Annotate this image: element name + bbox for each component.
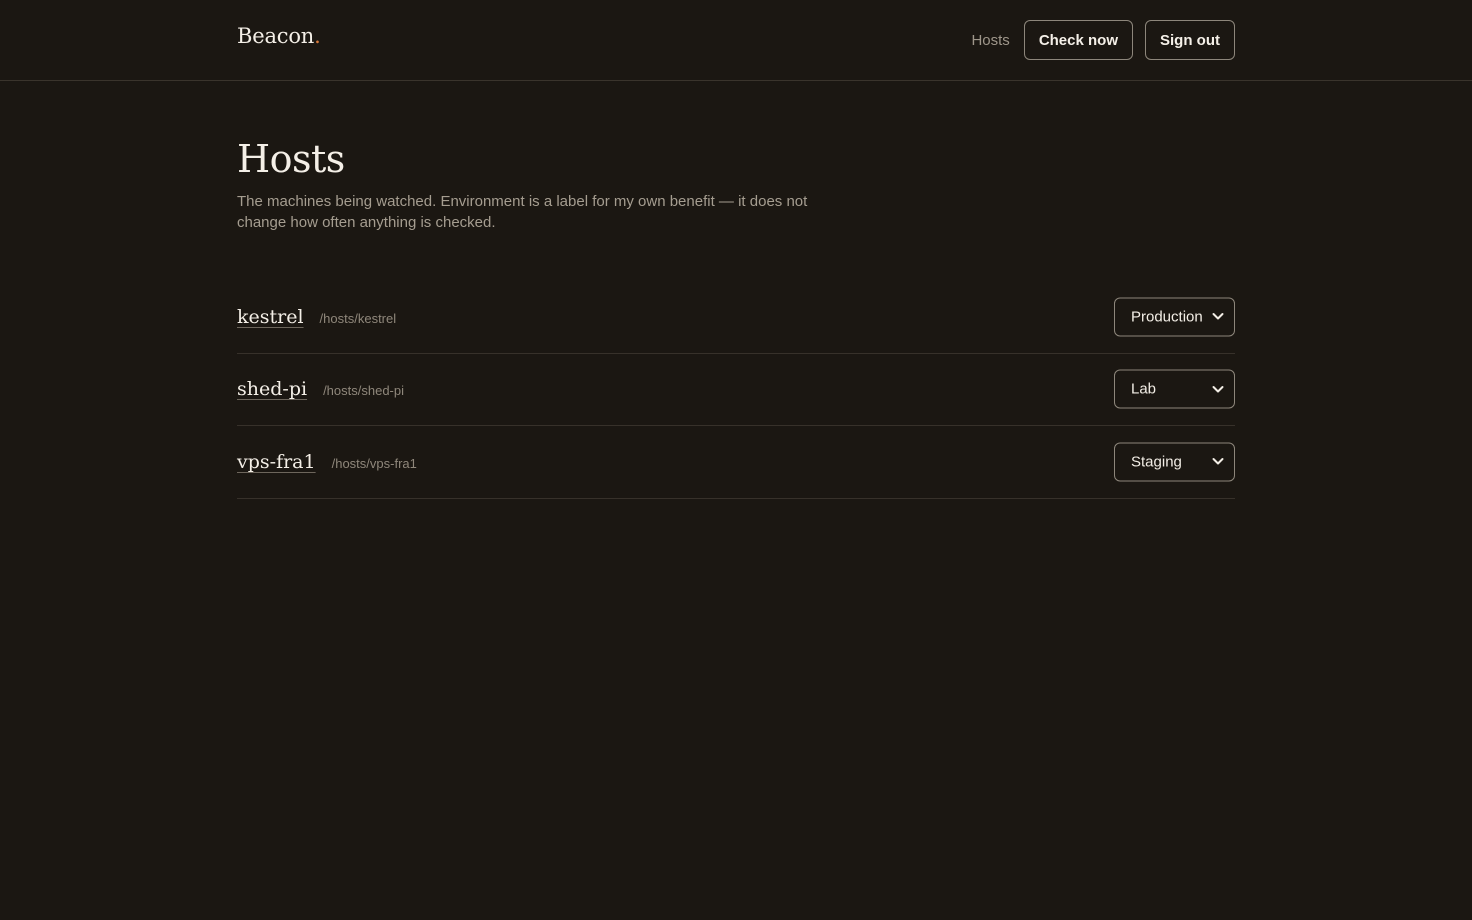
environment-value: Production [1131, 308, 1203, 326]
host-row: kestrel /hosts/kestrel Production [237, 281, 1235, 354]
chevron-down-icon [1212, 385, 1224, 393]
host-row: vps-fra1 /hosts/vps-fra1 Staging [237, 426, 1235, 499]
environment-value: Lab [1131, 380, 1157, 398]
environment-select[interactable]: Staging [1114, 442, 1235, 482]
check-now-button[interactable]: Check now [1023, 20, 1133, 60]
host-path: /hosts/vps-fra1 [331, 455, 417, 471]
host-list: kestrel /hosts/kestrel Production shed-p… [237, 281, 1235, 499]
environment-select[interactable]: Lab [1114, 369, 1235, 409]
chevron-down-icon [1212, 458, 1224, 465]
brand-dot: . [314, 24, 321, 48]
host-info: kestrel /hosts/kestrel [237, 306, 396, 328]
page-title: Hosts [237, 137, 345, 181]
host-path: /hosts/shed-pi [323, 383, 404, 399]
host-info: shed-pi /hosts/shed-pi [237, 378, 404, 400]
environment-select[interactable]: Production [1114, 297, 1235, 337]
host-name-link[interactable]: shed-pi [237, 378, 307, 400]
host-name-link[interactable]: kestrel [237, 306, 304, 328]
top-bar: Beacon. Hosts Check now Sign out [0, 0, 1472, 81]
brand-name: Beacon [237, 24, 315, 48]
brand-logo[interactable]: Beacon. [237, 24, 321, 48]
nav-link-hosts[interactable]: Hosts [971, 32, 1009, 49]
chevron-down-icon [1212, 313, 1224, 320]
host-info: vps-fra1 /hosts/vps-fra1 [237, 451, 417, 473]
host-path: /hosts/kestrel [319, 310, 397, 326]
header-nav: Hosts Check now Sign out [971, 20, 1235, 60]
host-row: shed-pi /hosts/shed-pi Lab [237, 354, 1235, 426]
page-description: The machines being watched. Environment … [237, 193, 808, 231]
environment-value: Staging [1131, 453, 1182, 471]
sign-out-button[interactable]: Sign out [1145, 20, 1235, 60]
host-name-link[interactable]: vps-fra1 [237, 451, 316, 473]
